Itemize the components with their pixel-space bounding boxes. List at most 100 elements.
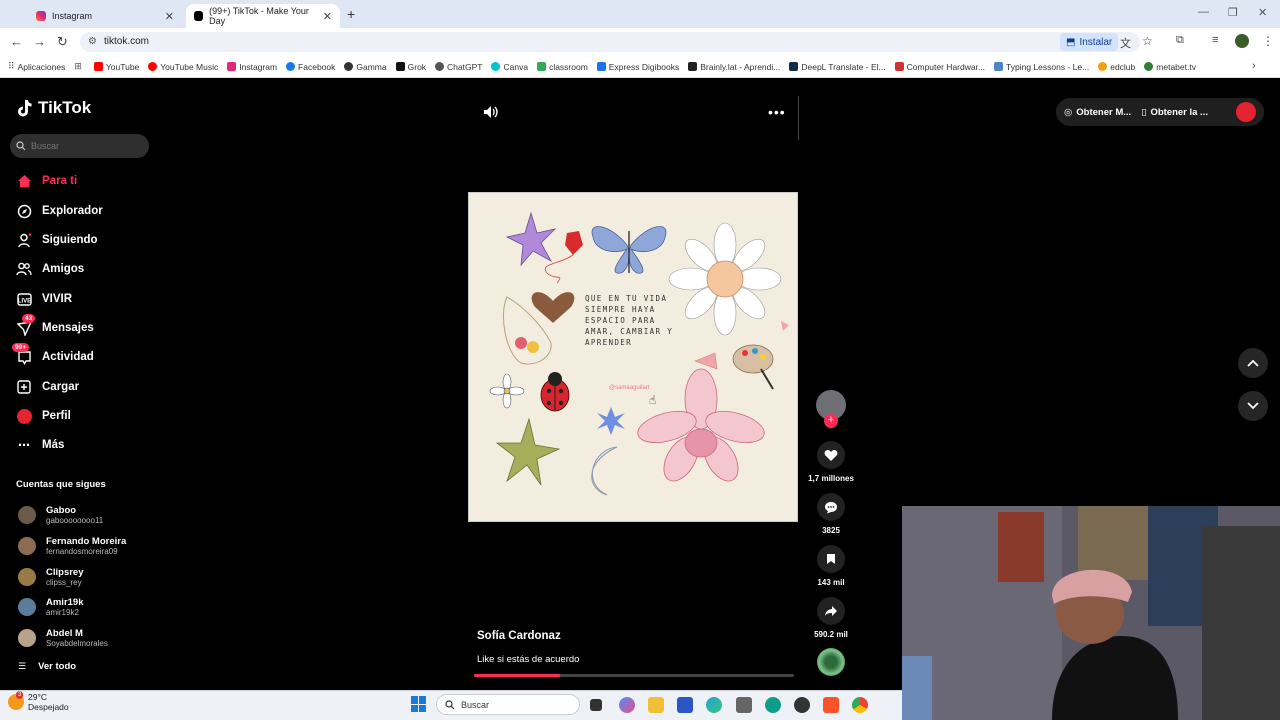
nav-mensajes[interactable]: 43 Mensajes (16, 314, 94, 336)
reload-icon[interactable]: ↻ (57, 34, 68, 50)
copilot-icon[interactable] (619, 697, 635, 713)
follow-plus-icon[interactable]: + (824, 414, 838, 428)
see-all-button[interactable]: ☰ Ver todo (18, 661, 76, 672)
user-follow-icon (16, 232, 32, 248)
get-coins-button[interactable]: ◎ Obtener M... (1064, 107, 1131, 118)
creator-avatar-button[interactable]: + (815, 390, 847, 428)
like-button[interactable]: 1,7 millones (808, 441, 854, 483)
close-icon[interactable]: ✕ (323, 10, 332, 23)
profile-avatar[interactable] (1235, 34, 1249, 48)
bookmark-item[interactable]: Brainly.lat - Aprendi... (688, 62, 780, 72)
task-view-icon[interactable] (590, 699, 602, 711)
site-info-icon[interactable]: ⚙ (88, 36, 97, 47)
nav-vivir[interactable]: LIVE VIVIR (16, 291, 72, 307)
tab-instagram[interactable]: Instagram ✕ (28, 4, 182, 28)
bookmark-star-icon[interactable]: ☆ (1142, 34, 1153, 48)
windows-start-icon[interactable] (411, 696, 427, 712)
bookmark-item[interactable]: Express Digibooks (596, 62, 679, 72)
tab-tiktok[interactable]: (99+) TikTok - Make Your Day ✕ (186, 4, 340, 28)
bookmark-item[interactable]: Instagram (227, 62, 277, 72)
bookmark-item[interactable]: Canva (491, 62, 528, 72)
bookmark-item[interactable]: Grok (395, 62, 426, 72)
maximize-button[interactable]: ❐ (1228, 6, 1238, 19)
bookmark-item[interactable]: classroom (537, 62, 588, 72)
account-item[interactable]: Abdel M Soyabdelmorales (18, 628, 108, 648)
forward-icon[interactable]: → (33, 34, 46, 49)
comment-button[interactable]: 3825 (815, 493, 847, 535)
bookmark-item[interactable]: metabet.tv (1144, 62, 1196, 72)
next-video-button[interactable] (1238, 391, 1268, 421)
menu-icon[interactable]: ⋮ (1262, 34, 1274, 48)
get-app-button[interactable]: ▯ Obtener la ... (1141, 107, 1208, 118)
store-icon[interactable] (677, 697, 693, 713)
bookmark-item[interactable]: YouTube (93, 62, 139, 72)
bookmark-item[interactable]: Typing Lessons - Le... (994, 62, 1089, 72)
bookmark-item[interactable]: DeepL Translate - El... (789, 62, 886, 72)
heart-icon (817, 441, 845, 469)
video-progress-fill (474, 674, 560, 677)
share-button[interactable]: 590.2 mil (814, 597, 848, 639)
nav-actividad[interactable]: 99+ Actividad (12, 343, 94, 365)
chevron-right-icon[interactable]: › (1252, 60, 1256, 72)
translate-icon[interactable]: 文 (1120, 35, 1131, 51)
reading-list-icon[interactable]: ≡ (1212, 34, 1218, 46)
search-input[interactable] (31, 141, 141, 151)
chrome-icon[interactable] (852, 697, 868, 713)
back-icon[interactable]: ← (10, 34, 23, 49)
webcam-image (902, 506, 1280, 720)
bookmark-item[interactable]: ChatGPT (435, 62, 482, 72)
close-icon[interactable]: ✕ (165, 10, 174, 23)
tiktok-logo[interactable]: TikTok (16, 98, 91, 118)
install-button[interactable]: ⬒ Instalar (1060, 33, 1119, 51)
more-options-icon[interactable]: ••• (768, 104, 786, 120)
omnibox[interactable] (80, 32, 1140, 52)
bookmark-icon (817, 545, 845, 573)
bookmark-item[interactable]: ⊞ (74, 61, 82, 72)
profile-avatar[interactable] (1236, 102, 1256, 122)
nav-perfil[interactable]: Perfil (16, 408, 71, 424)
new-tab-button[interactable]: + (347, 6, 355, 22)
music-disc-button[interactable] (815, 648, 847, 676)
account-item[interactable]: Gaboo gaboooooooo11 (18, 505, 103, 525)
bookmark-item[interactable]: Facebook (286, 62, 335, 72)
install-label: Instalar (1079, 36, 1113, 48)
bookmark-item[interactable]: Computer Hardwar... (894, 62, 985, 72)
volume-button[interactable] (482, 104, 498, 125)
close-window-button[interactable]: ✕ (1258, 6, 1267, 19)
nav-label: VIVIR (42, 293, 73, 305)
file-explorer-icon[interactable] (648, 697, 664, 713)
minimize-button[interactable]: — (1198, 6, 1209, 18)
app-icon[interactable] (765, 697, 781, 713)
search-icon (16, 141, 26, 151)
brave-icon[interactable] (823, 697, 839, 713)
creator-name[interactable]: Sofía Cardonaz (477, 630, 561, 642)
nav-siguiendo[interactable]: Siguiendo (16, 232, 98, 248)
volume-icon (484, 106, 498, 118)
nav-explorador[interactable]: Explorador (16, 203, 103, 219)
app-icon[interactable] (794, 697, 810, 713)
bookmark-item[interactable]: Gamma (344, 62, 387, 72)
account-item[interactable]: Clipsrey clipss_rey (18, 567, 84, 587)
save-button[interactable]: 143 mil (815, 545, 847, 587)
account-item[interactable]: Fernando Moreira fernandosmoreira09 (18, 536, 126, 556)
previous-video-button[interactable] (1238, 348, 1268, 378)
weather-widget[interactable]: 3 29°C Despejado (8, 691, 69, 712)
url-text[interactable]: tiktok.com (104, 36, 149, 47)
account-name: Fernando Moreira (46, 536, 127, 547)
coin-icon: ◎ (1064, 106, 1073, 118)
camera-icon[interactable] (736, 697, 752, 713)
nav-mas[interactable]: ⋯ Más (16, 437, 64, 453)
account-item[interactable]: Amir19k amir19k2 (18, 597, 84, 617)
bookmark-item[interactable]: YouTube Music (148, 62, 218, 72)
search-box[interactable] (10, 134, 149, 158)
video-player[interactable]: QUE EN TU VIDA SIEMPRE HAYA ESPACIO PARA… (468, 192, 798, 522)
taskbar-search[interactable]: Buscar (436, 694, 580, 715)
nav-para-ti[interactable]: Para ti (16, 173, 77, 189)
nav-cargar[interactable]: Cargar (16, 379, 79, 395)
edge-icon[interactable] (706, 697, 722, 713)
nav-label: Cargar (42, 381, 80, 393)
extensions-icon[interactable]: ⧉ (1176, 34, 1184, 47)
nav-amigos[interactable]: Amigos (16, 261, 84, 277)
bookmark-item[interactable]: edclub (1098, 62, 1135, 72)
bookmark-item[interactable]: ⠿ Aplicaciones (8, 61, 65, 72)
